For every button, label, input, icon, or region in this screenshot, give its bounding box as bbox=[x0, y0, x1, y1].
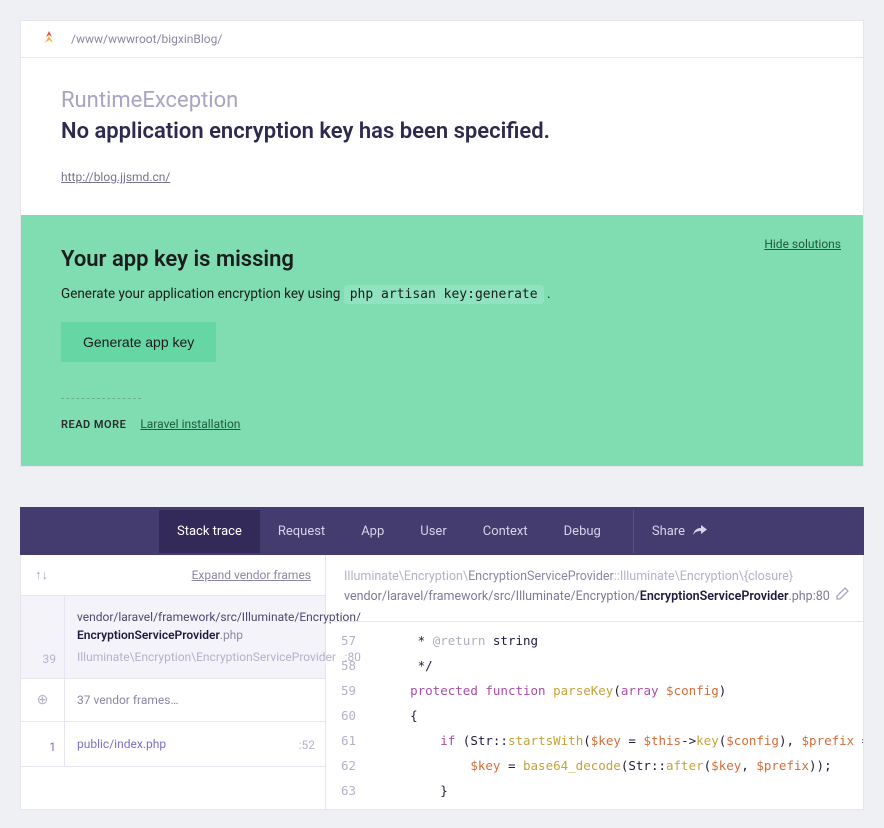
expand-vendor-frames[interactable]: Expand vendor frames bbox=[192, 568, 311, 582]
code-source: * @return string */ protected function p… bbox=[366, 622, 863, 809]
exception-type: RuntimeException bbox=[61, 88, 823, 113]
solution-description: Generate your application encryption key… bbox=[61, 286, 823, 302]
tab-bar: Stack trace Request App User Context Deb… bbox=[20, 507, 864, 555]
solution-code: php artisan key:generate bbox=[344, 285, 544, 304]
tab-user[interactable]: User bbox=[402, 510, 464, 553]
pencil-icon[interactable] bbox=[836, 587, 849, 607]
tab-stack-trace[interactable]: Stack trace bbox=[159, 510, 260, 553]
hide-solutions-link[interactable]: Hide solutions bbox=[764, 237, 841, 251]
tab-app[interactable]: App bbox=[343, 510, 402, 553]
stack-frame[interactable]: 39 vendor/laravel/framework/src/Illumina… bbox=[21, 596, 325, 679]
tab-context[interactable]: Context bbox=[465, 510, 546, 553]
code-panel: Illuminate\Encryption\EncryptionServiceP… bbox=[326, 555, 863, 809]
readmore-link[interactable]: Laravel installation bbox=[140, 417, 240, 431]
expand-icon: ⊕ bbox=[37, 692, 49, 708]
readmore-label: READ MORE bbox=[61, 418, 126, 431]
header-bar: /www/wwwroot/bigxinBlog/ bbox=[21, 21, 863, 58]
share-button[interactable]: Share bbox=[633, 510, 725, 553]
tab-request[interactable]: Request bbox=[260, 510, 343, 553]
solution-panel: Hide solutions Your app key is missing G… bbox=[21, 215, 863, 466]
share-icon bbox=[693, 525, 707, 537]
exception-message: No application encryption key has been s… bbox=[61, 119, 823, 144]
solution-title: Your app key is missing bbox=[61, 247, 823, 272]
tab-debug[interactable]: Debug bbox=[546, 510, 619, 553]
frames-panel: ↑↓ Expand vendor frames 39 vendor/larave… bbox=[21, 555, 326, 809]
project-path: /www/wwwroot/bigxinBlog/ bbox=[71, 32, 222, 46]
reorder-icons[interactable]: ↑↓ bbox=[35, 567, 48, 583]
generate-key-button[interactable]: Generate app key bbox=[61, 322, 216, 362]
divider bbox=[61, 398, 141, 399]
stack-frame[interactable]: 1 public/index.php :52 bbox=[21, 722, 325, 767]
logo-icon bbox=[41, 31, 57, 47]
exception-url[interactable]: http://blog.jjsmd.cn/ bbox=[61, 170, 170, 184]
collapsed-frames[interactable]: ⊕ 37 vendor frames… bbox=[21, 679, 325, 722]
